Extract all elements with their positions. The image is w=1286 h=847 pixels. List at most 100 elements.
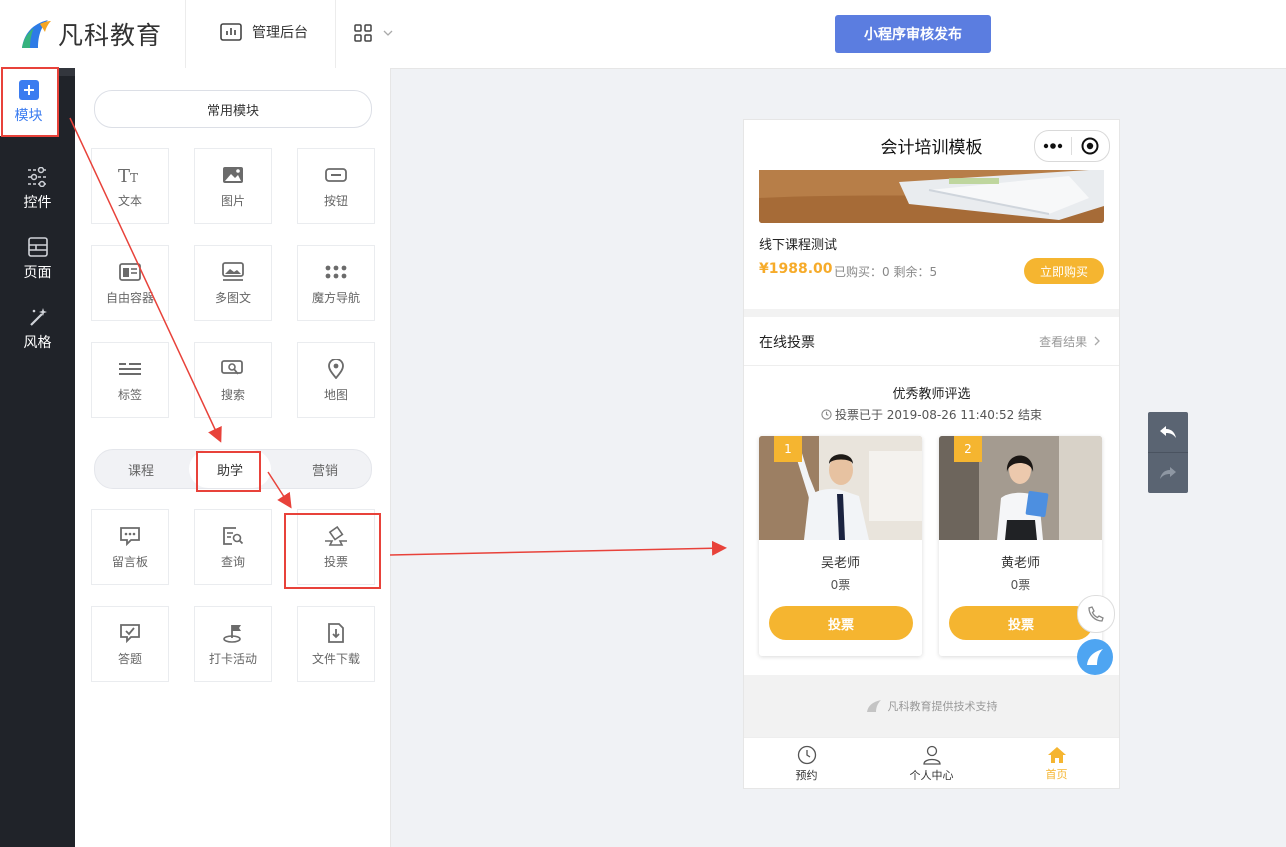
page-icon: [27, 236, 48, 257]
module-tag[interactable]: 标签: [91, 342, 169, 418]
redo-icon: [1160, 467, 1176, 479]
annotation-arrow: [389, 540, 727, 556]
module-label: 多图文: [214, 290, 251, 305]
grid-icon: [354, 24, 372, 42]
view-results-label: 查看结果: [1039, 335, 1088, 349]
nav-item-pages[interactable]: 页面: [0, 224, 75, 294]
nav-item-label: 风格: [23, 334, 52, 351]
search-icon: [221, 358, 245, 380]
undo-icon: [1160, 426, 1176, 438]
module-label: 自由容器: [105, 290, 154, 305]
clock-icon: [821, 409, 832, 420]
nav-item-style[interactable]: 风格: [0, 294, 75, 364]
candidate-rank-badge: 1: [774, 436, 802, 462]
candidate-card: 2 黄老师 0票 投票: [939, 436, 1102, 656]
tab-booking[interactable]: 预约: [744, 738, 869, 788]
close-target-icon[interactable]: [1072, 137, 1108, 155]
header-divider: [185, 0, 186, 68]
tab-marketing[interactable]: 营销: [279, 450, 371, 488]
admin-link[interactable]: 管理后台: [220, 22, 308, 42]
apps-menu[interactable]: [354, 24, 394, 42]
candidate-rank-badge: 2: [954, 436, 982, 462]
multi-image-icon: [221, 261, 245, 283]
candidate-name: 黄老师: [1000, 556, 1040, 571]
module-cube-nav[interactable]: 魔方导航: [297, 245, 375, 321]
module-quiz[interactable]: 答题: [91, 606, 169, 682]
vote-time: 投票已于 2019-08-26 11:40:52 结束: [744, 406, 1119, 423]
phone-preview: 会计培训模板 线下课程测试 ¥1988.00 已购买：0 剩余：5 立即购买 在…: [743, 119, 1120, 789]
side-nav: 模块 控件 页面 风格: [0, 68, 75, 847]
annotation-highlight-box: [284, 513, 381, 589]
course-sales-text: 已购买：0 剩余：5: [834, 265, 938, 279]
vote-name: 优秀教师评选: [892, 387, 971, 402]
tech-support-text: 凡科教育提供技术支持: [887, 700, 998, 713]
svg-text:T: T: [118, 166, 130, 184]
header-divider: [335, 0, 336, 68]
module-label: 魔方导航: [311, 290, 360, 305]
candidate-vote-count: 0票: [830, 578, 851, 592]
module-label: 留言板: [111, 554, 148, 569]
common-modules-header: 常用模块: [94, 90, 372, 128]
module-checkin[interactable]: 打卡活动: [194, 606, 272, 682]
vote-button[interactable]: 投票: [769, 606, 913, 640]
course-image[interactable]: [759, 170, 1104, 223]
undo-redo-toolbar: [1148, 412, 1188, 493]
side-nav-edge: [57, 68, 75, 76]
phone-call-button[interactable]: [1077, 595, 1115, 633]
logo[interactable]: 凡科教育: [18, 14, 162, 54]
module-image[interactable]: 图片: [194, 148, 272, 224]
tab-profile[interactable]: 个人中心: [869, 738, 994, 788]
message-icon: [118, 525, 142, 547]
undo-button[interactable]: [1148, 412, 1188, 452]
flag-icon: [221, 622, 245, 644]
module-label: 搜索: [220, 387, 245, 402]
chevron-down-icon: [383, 30, 393, 36]
vote-time-text: 投票已于 2019-08-26 11:40:52 结束: [834, 408, 1043, 422]
module-file-download[interactable]: 文件下载: [297, 606, 375, 682]
nav-item-controls[interactable]: 控件: [0, 154, 75, 224]
module-multi-image-text[interactable]: 多图文: [194, 245, 272, 321]
module-panel: 常用模块 TT 文本 图片 按钮 自由容器 多图文 魔方导航 标签 搜索 地图 …: [75, 68, 391, 847]
module-label: 文本: [117, 193, 142, 208]
candidate-name: 吴老师: [820, 556, 860, 571]
publish-button[interactable]: 小程序审核发布: [835, 15, 991, 53]
image-icon: [221, 164, 245, 186]
view-results-link[interactable]: 查看结果: [1039, 333, 1101, 350]
module-button[interactable]: 按钮: [297, 148, 375, 224]
vote-section-header: 在线投票 查看结果: [744, 317, 1119, 366]
more-icon[interactable]: [1035, 143, 1071, 149]
vote-button[interactable]: 投票: [949, 606, 1093, 640]
tab-home[interactable]: 首页: [994, 738, 1119, 788]
user-icon: [922, 745, 941, 765]
miniprogram-capsule[interactable]: [1034, 130, 1110, 162]
buy-now-button[interactable]: 立即购买: [1024, 258, 1104, 284]
module-text[interactable]: TT 文本: [91, 148, 169, 224]
module-query[interactable]: 查询: [194, 509, 272, 585]
text-icon: TT: [118, 164, 142, 186]
top-bar: 凡科教育 管理后台 小程序审核发布: [0, 0, 1286, 69]
logo-icon: [22, 20, 51, 48]
tab-label: 首页: [1045, 767, 1068, 781]
tab-label: 预约: [795, 768, 818, 782]
course-title: 线下课程测试: [759, 238, 838, 253]
course-price: ¥1988.00: [759, 261, 833, 277]
brand-float-button[interactable]: [1077, 639, 1113, 675]
annotation-highlight-box: [1, 67, 59, 137]
module-label: 答题: [117, 651, 142, 666]
module-free-container[interactable]: 自由容器: [91, 245, 169, 321]
module-map[interactable]: 地图: [297, 342, 375, 418]
module-label: 打卡活动: [208, 651, 257, 666]
phone-tab-bar: 预约 个人中心 首页: [744, 737, 1119, 788]
chevron-right-icon: [1094, 336, 1100, 346]
tab-course[interactable]: 课程: [95, 450, 187, 488]
module-search[interactable]: 搜索: [194, 342, 272, 418]
candidate-card: 1 吴老师 0票 投票: [759, 436, 922, 656]
redo-button[interactable]: [1148, 453, 1188, 493]
annotation-highlight-box: [196, 451, 261, 492]
map-pin-icon: [324, 358, 348, 380]
button-icon: [324, 164, 348, 186]
magic-wand-icon: [29, 307, 47, 326]
sliders-icon: [27, 166, 48, 187]
quiz-icon: [118, 622, 142, 644]
module-message-board[interactable]: 留言板: [91, 509, 169, 585]
